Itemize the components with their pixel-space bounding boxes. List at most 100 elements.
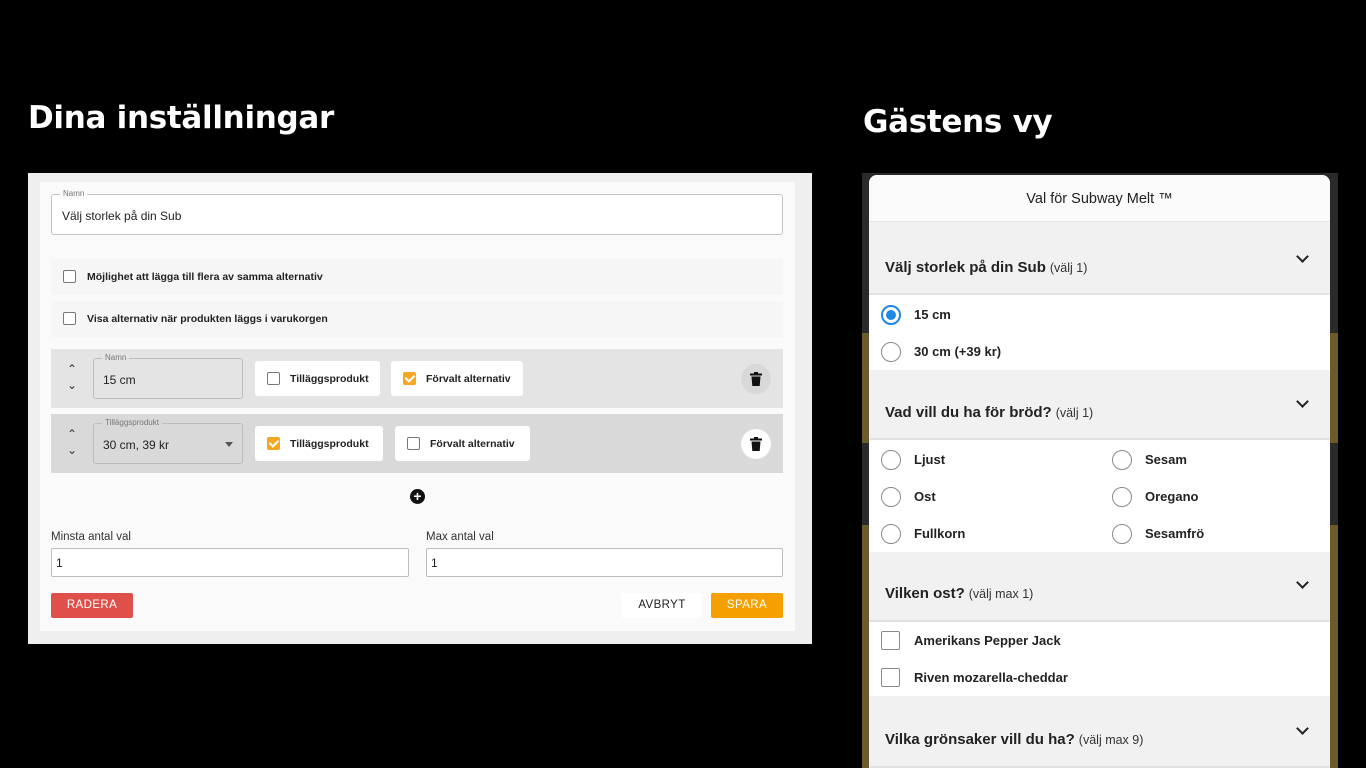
- radio-button[interactable]: [881, 450, 901, 470]
- settings-heading: Dina inställningar: [28, 100, 335, 136]
- cancel-button[interactable]: AVBRYT: [622, 593, 702, 618]
- radio-option[interactable]: Sesamfrö: [1112, 520, 1312, 550]
- save-button[interactable]: SPARA: [711, 593, 783, 618]
- radio-option[interactable]: Sesam: [1112, 446, 1312, 476]
- trash-icon: [750, 372, 762, 386]
- section-hint: (välj 1): [1055, 406, 1094, 420]
- radio-option[interactable]: Fullkorn: [881, 520, 1081, 550]
- radio-button-selected[interactable]: [881, 305, 901, 325]
- guest-view-heading: Gästens vy: [863, 104, 1053, 140]
- default-checkbox[interactable]: [407, 437, 420, 450]
- default-toggle[interactable]: Förvalt alternativ: [395, 426, 530, 461]
- option-label: Riven mozarella-cheddar: [914, 670, 1068, 685]
- option-field-label: Tilläggsprodukt: [102, 418, 162, 428]
- section-hint: (välj max 1): [968, 587, 1034, 601]
- addon-checkbox[interactable]: [267, 437, 280, 450]
- default-checkbox[interactable]: [403, 372, 416, 385]
- option-label: Ost: [914, 489, 936, 504]
- section-header[interactable]: Vilken ost? (välj max 1): [869, 552, 1330, 622]
- max-choices-input[interactable]: 1: [426, 548, 783, 577]
- show-options-row[interactable]: Visa alternativ när produkten läggs i va…: [51, 301, 783, 337]
- radio-button[interactable]: [1112, 487, 1132, 507]
- section-header[interactable]: Välj storlek på din Sub (välj 1): [869, 222, 1330, 295]
- option-name-field[interactable]: Namn 15 cm: [93, 353, 243, 399]
- chevron-down-icon[interactable]: ⌄: [65, 442, 79, 458]
- addon-label: Tilläggsprodukt: [290, 373, 369, 385]
- show-options-label: Visa alternativ när produkten läggs i va…: [87, 313, 328, 325]
- chevron-down-icon[interactable]: [1296, 576, 1309, 589]
- delete-option-button[interactable]: [741, 364, 771, 394]
- option-label: 30 cm (+39 kr): [914, 344, 1002, 359]
- allow-multiple-checkbox[interactable]: [63, 270, 76, 283]
- delete-button[interactable]: RADERA: [51, 593, 133, 618]
- option-row: ⌃ ⌄ Namn 15 cm Tilläggsprodukt Förvalt a…: [51, 349, 783, 408]
- section-question-text: Välj storlek på din Sub: [885, 259, 1046, 276]
- section-question-text: Vilka grönsaker vill du ha?: [885, 731, 1075, 748]
- default-label: Förvalt alternativ: [430, 438, 515, 450]
- option-label: Sesamfrö: [1145, 526, 1205, 541]
- chevron-down-icon[interactable]: ⌄: [65, 377, 79, 393]
- option-label: Amerikans Pepper Jack: [914, 633, 1061, 648]
- addon-product-select[interactable]: Tilläggsprodukt 30 cm, 39 kr: [93, 418, 243, 464]
- addon-label: Tilläggsprodukt: [290, 438, 369, 450]
- dropdown-caret-icon: [225, 442, 233, 447]
- reorder-arrows[interactable]: ⌃ ⌄: [65, 361, 79, 397]
- radio-option[interactable]: 15 cm: [881, 301, 1081, 331]
- checkbox[interactable]: [881, 631, 900, 650]
- settings-card: Namn Välj storlek på din Sub Möjlighet a…: [40, 182, 795, 631]
- checkbox[interactable]: [881, 668, 900, 687]
- chevron-down-icon[interactable]: [1296, 395, 1309, 408]
- chevron-up-icon[interactable]: ⌃: [65, 426, 79, 442]
- section-header[interactable]: Vilka grönsaker vill du ha? (välj max 9): [869, 696, 1330, 768]
- section-header[interactable]: Vad vill du ha för bröd? (välj 1): [869, 370, 1330, 440]
- radio-button[interactable]: [1112, 450, 1132, 470]
- radio-option[interactable]: Oregano: [1112, 483, 1312, 513]
- reorder-arrows[interactable]: ⌃ ⌄: [65, 426, 79, 462]
- options-modal: Val för Subway Melt ™ Välj storlek på di…: [869, 175, 1330, 768]
- option-row: ⌃ ⌄ Tilläggsprodukt 30 cm, 39 kr Tillägg…: [51, 414, 783, 473]
- option-label: Sesam: [1145, 452, 1187, 467]
- addon-checkbox[interactable]: [267, 372, 280, 385]
- allow-multiple-label: Möjlighet att lägga till flera av samma …: [87, 271, 323, 283]
- option-field-value: 30 cm, 39 kr: [103, 438, 170, 452]
- settings-panel: Namn Välj storlek på din Sub Möjlighet a…: [28, 173, 812, 644]
- name-field-value: Välj storlek på din Sub: [62, 209, 182, 223]
- delete-option-button[interactable]: [741, 429, 771, 459]
- section-question-text: Vad vill du ha för bröd?: [885, 404, 1052, 421]
- show-options-checkbox[interactable]: [63, 312, 76, 325]
- radio-button[interactable]: [881, 524, 901, 544]
- section-question: Vilka grönsaker vill du ha? (välj max 9): [885, 731, 1143, 748]
- option-label: Ljust: [914, 452, 946, 467]
- section-question: Välj storlek på din Sub (välj 1): [885, 259, 1087, 276]
- radio-button[interactable]: [1112, 524, 1132, 544]
- min-choices-input[interactable]: 1: [51, 548, 409, 577]
- radio-option[interactable]: 30 cm (+39 kr): [881, 338, 1081, 368]
- checkbox-option[interactable]: Riven mozarella-cheddar: [881, 664, 1181, 694]
- chevron-down-icon[interactable]: [1296, 722, 1309, 735]
- default-toggle[interactable]: Förvalt alternativ: [391, 361, 523, 396]
- option-label: Fullkorn: [914, 526, 966, 541]
- allow-multiple-row[interactable]: Möjlighet att lägga till flera av samma …: [51, 259, 783, 295]
- name-field[interactable]: Namn Välj storlek på din Sub: [51, 189, 783, 235]
- max-choices-label: Max antal val: [426, 531, 494, 543]
- add-option-plus-icon[interactable]: +: [410, 489, 425, 504]
- radio-button[interactable]: [881, 487, 901, 507]
- trash-icon: [750, 437, 762, 451]
- chevron-up-icon[interactable]: ⌃: [65, 361, 79, 377]
- radio-button[interactable]: [881, 342, 901, 362]
- name-field-label: Namn: [60, 189, 88, 199]
- chevron-down-icon[interactable]: [1296, 250, 1309, 263]
- addon-toggle[interactable]: Tilläggsprodukt: [255, 426, 383, 461]
- radio-option[interactable]: Ljust: [881, 446, 1081, 476]
- section-question: Vilken ost? (välj max 1): [885, 585, 1033, 602]
- min-choices-label: Minsta antal val: [51, 531, 131, 543]
- section-hint: (välj max 9): [1078, 733, 1144, 747]
- option-field-value: 15 cm: [103, 373, 136, 387]
- modal-title: Val för Subway Melt ™: [869, 175, 1330, 222]
- addon-toggle[interactable]: Tilläggsprodukt: [255, 361, 380, 396]
- checkbox-option[interactable]: Amerikans Pepper Jack: [881, 627, 1181, 657]
- section-question-text: Vilken ost?: [885, 585, 965, 602]
- radio-option[interactable]: Ost: [881, 483, 1081, 513]
- default-label: Förvalt alternativ: [426, 373, 511, 385]
- section-question: Vad vill du ha för bröd? (välj 1): [885, 404, 1093, 421]
